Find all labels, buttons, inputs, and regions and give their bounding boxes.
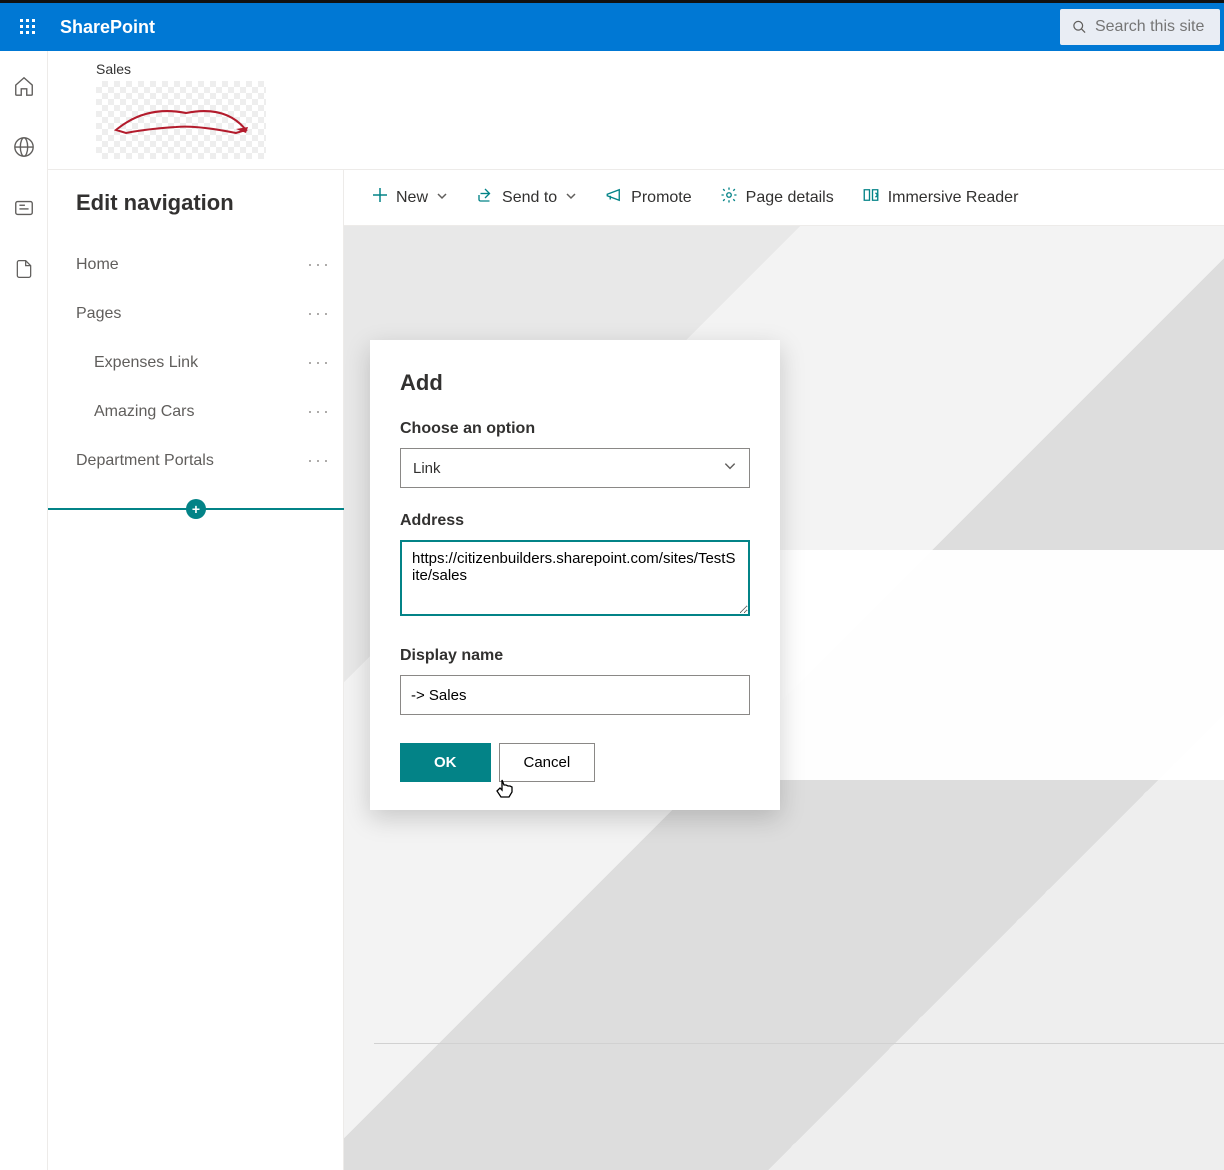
display-name-input[interactable] (400, 675, 750, 715)
suite-header: SharePoint (0, 3, 1224, 51)
immersive-reader-button[interactable]: Immersive Reader (862, 186, 1019, 209)
nav-item-label: Department Portals (76, 452, 214, 470)
nav-item-pages[interactable]: Pages ··· (76, 289, 331, 338)
nav-item-department-portals[interactable]: Department Portals ··· (76, 436, 331, 485)
share-icon (476, 186, 494, 209)
nav-item-label: Home (76, 256, 119, 274)
nav-item-label: Amazing Cars (94, 403, 194, 421)
cmd-label: New (396, 189, 428, 207)
insert-indicator[interactable]: + (48, 508, 344, 510)
chevron-down-icon (436, 189, 448, 207)
send-to-button[interactable]: Send to (476, 186, 577, 209)
panel-title: Edit navigation (76, 190, 331, 216)
gear-icon (720, 186, 738, 209)
edit-navigation-panel: Edit navigation Home ··· Pages ··· Expen… (48, 170, 344, 1170)
cmd-label: Promote (631, 189, 691, 207)
cmd-label: Send to (502, 189, 557, 207)
chevron-down-icon (723, 459, 737, 477)
add-link-dialog: Add Choose an option Link Address Displa… (370, 340, 780, 810)
display-name-label: Display name (400, 647, 750, 665)
divider (374, 1043, 1224, 1044)
dialog-title: Add (400, 370, 750, 396)
page-details-button[interactable]: Page details (720, 186, 834, 209)
megaphone-icon (605, 186, 623, 209)
nav-item-amazing-cars[interactable]: Amazing Cars ··· (76, 387, 331, 436)
news-icon[interactable] (13, 197, 35, 222)
waffle-icon (20, 19, 36, 35)
site-header: Sales (48, 51, 1224, 170)
plus-icon (372, 187, 388, 208)
more-icon[interactable]: ··· (307, 254, 331, 275)
address-label: Address (400, 512, 750, 530)
nav-item-home[interactable]: Home ··· (76, 240, 331, 289)
new-button[interactable]: New (372, 187, 448, 208)
cmd-label: Immersive Reader (888, 189, 1019, 207)
search-input[interactable] (1095, 18, 1208, 36)
files-icon[interactable] (14, 258, 34, 283)
site-logo[interactable] (96, 81, 266, 159)
command-bar: New Send to (344, 170, 1224, 226)
option-dropdown[interactable]: Link (400, 448, 750, 488)
nav-item-label: Expenses Link (94, 354, 198, 372)
nav-item-expenses[interactable]: Expenses Link ··· (76, 338, 331, 387)
globe-icon[interactable] (13, 136, 35, 161)
chevron-down-icon (565, 189, 577, 207)
plus-icon[interactable]: + (186, 499, 206, 519)
ok-button[interactable]: OK (400, 743, 491, 782)
cancel-button[interactable]: Cancel (499, 743, 596, 782)
search-box[interactable] (1060, 9, 1220, 45)
more-icon[interactable]: ··· (307, 450, 331, 471)
search-icon (1072, 18, 1087, 36)
car-logo-icon (106, 95, 256, 145)
app-launcher-button[interactable] (12, 11, 44, 43)
site-title[interactable]: Sales (96, 61, 1224, 77)
more-icon[interactable]: ··· (307, 352, 331, 373)
promote-button[interactable]: Promote (605, 186, 691, 209)
option-label: Choose an option (400, 420, 750, 438)
global-nav-rail (0, 51, 48, 1170)
app-title[interactable]: SharePoint (60, 17, 155, 38)
home-icon[interactable] (13, 75, 35, 100)
more-icon[interactable]: ··· (307, 303, 331, 324)
reader-icon (862, 186, 880, 209)
more-icon[interactable]: ··· (307, 401, 331, 422)
option-value: Link (413, 460, 441, 477)
nav-item-label: Pages (76, 305, 121, 323)
cmd-label: Page details (746, 189, 834, 207)
address-input[interactable] (400, 540, 750, 616)
